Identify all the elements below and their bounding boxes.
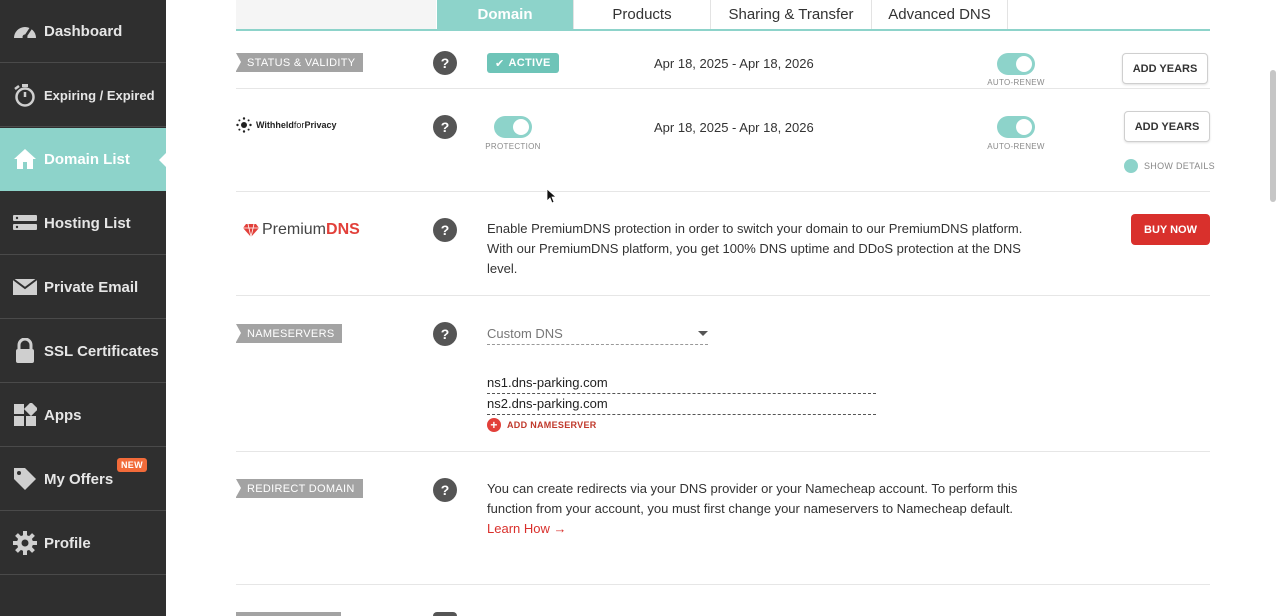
- dns-type-select[interactable]: Custom DNS: [487, 324, 708, 345]
- sidebar-item-apps[interactable]: Apps: [0, 384, 166, 447]
- privacy-logo-icon: [236, 117, 252, 133]
- validity-dates: Apr 18, 2025 - Apr 18, 2026: [654, 56, 814, 71]
- protection-caption: PROTECTION: [485, 142, 541, 151]
- auto-renew-toggle[interactable]: [997, 53, 1035, 75]
- redirect-description: You can create redirects via your DNS pr…: [487, 479, 1027, 539]
- auto-renew-toggle[interactable]: [997, 116, 1035, 138]
- nameserver-1-value: ns1.dns-parking.com: [487, 375, 608, 390]
- help-icon[interactable]: ?: [433, 51, 457, 75]
- tab-label: Products: [612, 6, 672, 23]
- add-nameserver-label: ADD NAMESERVER: [507, 420, 597, 430]
- sidebar-item-hosting-list[interactable]: Hosting List: [0, 192, 166, 255]
- tab-label: Domain: [477, 6, 533, 23]
- sidebar-item-label: Hosting List: [44, 214, 131, 232]
- sidebar-item-dashboard[interactable]: Dashboard: [0, 0, 166, 63]
- status-badge-label: ACTIVE: [508, 57, 551, 69]
- sidebar-item-label: Domain List: [44, 150, 130, 168]
- sidebar-item-ssl[interactable]: SSL Certificates: [0, 320, 166, 383]
- show-details-link[interactable]: SHOW DETAILS: [1124, 159, 1215, 173]
- privacy-dates: Apr 18, 2025 - Apr 18, 2026: [654, 120, 814, 135]
- sidebar: Dashboard Expiring / Expired Domain List…: [0, 0, 167, 616]
- tab-label: Advanced DNS: [888, 6, 991, 23]
- logo-text: for: [293, 120, 305, 130]
- help-icon[interactable]: ?: [433, 478, 457, 502]
- status-section-tag: STATUS & VALIDITY: [236, 53, 364, 72]
- plus-icon: +: [487, 418, 501, 432]
- divider: [236, 295, 1210, 296]
- chevron-down-icon: [698, 331, 708, 336]
- learn-how-link[interactable]: Learn How →: [487, 521, 566, 536]
- check-icon: ✔: [495, 57, 505, 70]
- show-details-label: SHOW DETAILS: [1144, 161, 1215, 171]
- premiumdns-logo: Premium DNS: [243, 221, 360, 239]
- divider: [236, 584, 1210, 585]
- dashboard-icon: [12, 18, 38, 44]
- premiumdns-description: Enable PremiumDNS protection in order to…: [487, 221, 1023, 276]
- sidebar-item-label: Expiring / Expired: [44, 87, 155, 103]
- envelope-icon: [12, 274, 38, 300]
- add-years-button[interactable]: ADD YEARS: [1124, 111, 1210, 142]
- add-years-button[interactable]: ADD YEARS: [1122, 53, 1208, 84]
- tab-advanced-dns[interactable]: Advanced DNS: [872, 0, 1008, 29]
- logo-text: Premium: [262, 221, 327, 238]
- divider: [236, 88, 1210, 89]
- sidebar-item-label: My Offers: [44, 470, 114, 488]
- logo-text: Withheld: [256, 120, 294, 130]
- tab-sharing-transfer[interactable]: Sharing & Transfer: [711, 0, 872, 29]
- tab-products[interactable]: Products: [574, 0, 711, 29]
- protection-toggle[interactable]: [494, 116, 532, 138]
- auto-renew-caption: AUTO-RENEW: [987, 78, 1045, 87]
- home-icon: [12, 146, 38, 172]
- server-icon: [12, 210, 38, 236]
- tab-label: Sharing & Transfer: [728, 6, 854, 23]
- logo-text: Privacy: [304, 120, 337, 130]
- next-section-tag: [236, 612, 341, 616]
- logo-text: DNS: [326, 221, 360, 238]
- sidebar-item-profile[interactable]: Profile: [0, 512, 166, 575]
- divider: [236, 191, 1210, 192]
- help-icon[interactable]: [433, 612, 457, 616]
- new-badge: NEW: [117, 458, 147, 472]
- sidebar-item-label: Private Email: [44, 278, 139, 296]
- dns-type-value: Custom DNS: [487, 326, 563, 341]
- sidebar-item-domain-list[interactable]: Domain List: [0, 128, 167, 191]
- tab-bar: Domain Products Sharing & Transfer Advan…: [236, 0, 1210, 31]
- help-icon[interactable]: ?: [433, 115, 457, 139]
- redirect-section-tag: REDIRECT DOMAIN: [236, 479, 363, 498]
- redirect-text: You can create redirects via your DNS pr…: [487, 481, 1018, 516]
- gear-icon: [12, 530, 38, 556]
- nameservers-section-tag: NAMESERVERS: [236, 324, 343, 343]
- auto-renew-caption: AUTO-RENEW: [987, 142, 1045, 151]
- sidebar-item-private-email[interactable]: Private Email: [0, 256, 166, 319]
- nameserver-1-input[interactable]: ns1.dns-parking.com: [487, 374, 876, 394]
- help-icon[interactable]: ?: [433, 218, 457, 242]
- help-icon[interactable]: ?: [433, 322, 457, 346]
- apps-grid-icon: [12, 402, 38, 428]
- expand-icon: [1124, 159, 1138, 173]
- status-badge: ✔ ACTIVE: [487, 53, 559, 73]
- sidebar-item-label: SSL Certificates: [44, 342, 159, 360]
- lock-icon: [12, 338, 38, 364]
- nameserver-2-input[interactable]: ns2.dns-parking.com: [487, 395, 876, 415]
- gem-icon: [243, 223, 259, 237]
- sidebar-item-my-offers[interactable]: My Offers NEW: [0, 448, 166, 511]
- scrollbar-thumb[interactable]: [1270, 70, 1276, 202]
- withheldforprivacy-logo: Withheld for Privacy: [236, 117, 336, 133]
- buy-now-button[interactable]: BUY NOW: [1131, 214, 1210, 245]
- divider: [236, 451, 1210, 452]
- sidebar-item-label: Dashboard: [44, 22, 123, 40]
- sidebar-item-label: Apps: [44, 406, 82, 424]
- nameserver-2-value: ns2.dns-parking.com: [487, 396, 608, 411]
- mouse-cursor-icon: [546, 188, 556, 204]
- tag-icon: [12, 466, 38, 492]
- add-nameserver-button[interactable]: + ADD NAMESERVER: [487, 418, 597, 432]
- tab-domain[interactable]: Domain: [437, 0, 574, 29]
- sidebar-item-label: Profile: [44, 534, 91, 552]
- sidebar-item-expiring[interactable]: Expiring / Expired: [0, 64, 166, 127]
- stopwatch-icon: [12, 82, 38, 108]
